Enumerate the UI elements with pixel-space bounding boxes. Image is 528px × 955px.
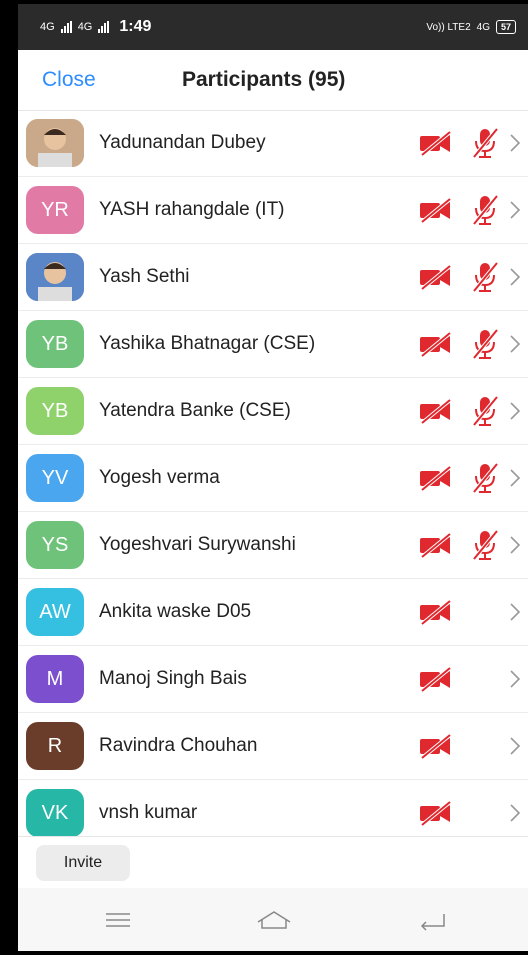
menu-icon[interactable] xyxy=(98,906,138,934)
volte-indicator: Vo)) LTE2 xyxy=(426,21,471,33)
chevron-right-icon xyxy=(508,534,522,556)
participants-screen: 4G 4G 1:49 Vo)) LTE2 4G 57 Close Partici… xyxy=(18,4,528,951)
avatar: VK xyxy=(26,789,84,837)
video-off-icon xyxy=(418,531,454,559)
status-bar: 4G 4G 1:49 Vo)) LTE2 4G 57 xyxy=(18,4,528,50)
avatar: AW xyxy=(26,588,84,636)
system-nav-bar xyxy=(18,888,528,951)
avatar-initials: YB xyxy=(41,399,69,422)
status-left: 4G 4G 1:49 xyxy=(40,18,151,36)
chevron-right-icon xyxy=(508,735,522,757)
video-off-icon xyxy=(418,665,454,693)
video-off-icon xyxy=(418,397,454,425)
page-title: Participants (95) xyxy=(182,68,346,91)
bottom-bar: Invite xyxy=(18,836,528,889)
header: Close Participants (95) xyxy=(18,50,528,111)
avatar: YV xyxy=(26,454,84,502)
avatar xyxy=(26,119,84,167)
mic-off-icon xyxy=(470,528,500,562)
avatar-initials: AW xyxy=(39,600,71,623)
mic-off-icon xyxy=(470,327,500,361)
video-off-icon xyxy=(418,129,454,157)
participant-name: YASH rahangdale (IT) xyxy=(99,199,285,220)
video-off-icon xyxy=(418,598,454,626)
back-icon[interactable] xyxy=(414,906,454,934)
chevron-right-icon xyxy=(508,467,522,489)
mic-off-icon xyxy=(470,394,500,428)
participants-list: Yadunandan Dubey YR YASH rahangdale (IT) … xyxy=(18,110,528,847)
participant-name: Ankita waske D05 xyxy=(99,601,252,622)
mic-off-icon xyxy=(470,126,500,160)
chevron-right-icon xyxy=(508,400,522,422)
network-indicator: 4G xyxy=(476,21,490,33)
avatar: R xyxy=(26,722,84,770)
avatar: YS xyxy=(26,521,84,569)
participant-name: Yogesh verma xyxy=(99,467,220,488)
chevron-right-icon xyxy=(508,668,522,690)
avatar-initials: R xyxy=(47,734,63,757)
participant-row[interactable]: M Manoj Singh Bais xyxy=(18,646,528,713)
avatar-initials: M xyxy=(46,667,64,690)
participant-row[interactable]: AW Ankita waske D05 xyxy=(18,579,528,646)
chevron-right-icon xyxy=(508,132,522,154)
chevron-right-icon xyxy=(508,266,522,288)
avatar: YB xyxy=(26,320,84,368)
participant-name: Yash Sethi xyxy=(99,266,190,287)
avatar-initials: YB xyxy=(41,332,69,355)
participant-row[interactable]: R Ravindra Chouhan xyxy=(18,713,528,780)
participant-row[interactable]: YS Yogeshvari Surywanshi xyxy=(18,512,528,579)
invite-button[interactable]: Invite xyxy=(36,845,130,881)
video-off-icon xyxy=(418,330,454,358)
video-off-icon xyxy=(418,464,454,492)
signal-label-1: 4G xyxy=(40,21,55,33)
avatar-initials: VK xyxy=(41,801,69,824)
participant-row[interactable]: YR YASH rahangdale (IT) xyxy=(18,177,528,244)
video-off-icon xyxy=(418,799,454,827)
participant-row[interactable]: YB Yashika Bhatnagar (CSE) xyxy=(18,311,528,378)
avatar-initials: YV xyxy=(41,466,69,489)
avatar-initials: YS xyxy=(41,533,69,556)
video-off-icon xyxy=(418,732,454,760)
chevron-right-icon xyxy=(508,601,522,623)
home-icon[interactable] xyxy=(254,906,294,934)
signal-bars-icon xyxy=(98,21,110,33)
participant-row[interactable]: Yash Sethi xyxy=(18,244,528,311)
status-right: Vo)) LTE2 4G 57 xyxy=(426,20,516,34)
avatar: YR xyxy=(26,186,84,234)
mic-off-icon xyxy=(470,260,500,294)
avatar: YB xyxy=(26,387,84,435)
video-off-icon xyxy=(418,196,454,224)
participant-name: Yogeshvari Surywanshi xyxy=(99,534,296,555)
signal-label-2: 4G xyxy=(77,21,93,33)
participant-name: Yatendra Banke (CSE) xyxy=(99,400,291,421)
close-button[interactable]: Close xyxy=(42,68,96,92)
avatar xyxy=(26,253,84,301)
status-time: 1:49 xyxy=(119,18,152,35)
participant-name: Yadunandan Dubey xyxy=(99,132,266,153)
participant-row[interactable]: YV Yogesh verma xyxy=(18,445,528,512)
participant-row[interactable]: YB Yatendra Banke (CSE) xyxy=(18,378,528,445)
video-off-icon xyxy=(418,263,454,291)
participant-name: Manoj Singh Bais xyxy=(99,668,247,689)
signal-bars-icon xyxy=(60,21,72,33)
chevron-right-icon xyxy=(508,802,522,824)
avatar: M xyxy=(26,655,84,703)
chevron-right-icon xyxy=(508,333,522,355)
mic-off-icon xyxy=(470,193,500,227)
mic-off-icon xyxy=(470,461,500,495)
avatar-initials: YR xyxy=(41,198,69,221)
participant-name: Yashika Bhatnagar (CSE) xyxy=(99,333,316,354)
participant-name: vnsh kumar xyxy=(99,802,198,823)
chevron-right-icon xyxy=(508,199,522,221)
participant-row[interactable]: Yadunandan Dubey xyxy=(18,110,528,177)
battery-icon: 57 xyxy=(495,20,516,34)
participant-name: Ravindra Chouhan xyxy=(99,735,258,756)
